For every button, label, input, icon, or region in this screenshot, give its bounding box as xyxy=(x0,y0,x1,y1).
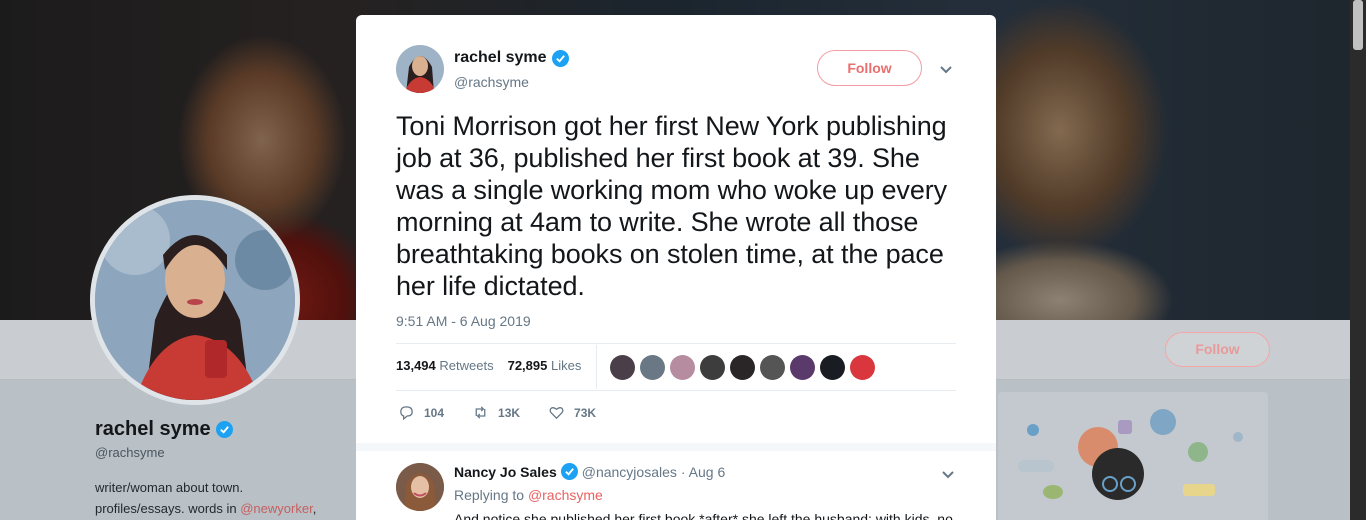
reply-text: And notice she published her first book … xyxy=(454,511,953,520)
tweet-stats: 13,494 Retweets 72,895 Likes xyxy=(396,358,581,373)
reply-count: 104 xyxy=(424,405,445,420)
follow-button[interactable]: Follow xyxy=(817,50,922,86)
likes-stat[interactable]: 72,895 Likes xyxy=(508,358,582,373)
reply-author-avatar[interactable] xyxy=(396,463,444,511)
tweet-modal: rachel syme @rachsyme Follow Toni Morris… xyxy=(356,15,996,520)
liker-avatar[interactable] xyxy=(820,355,845,380)
likes-label[interactable]: Likes xyxy=(551,358,581,373)
liker-avatar[interactable] xyxy=(760,355,785,380)
profile-bio: writer/woman about town. profiles/essays… xyxy=(95,477,335,519)
liker-avatar[interactable] xyxy=(850,355,875,380)
bio-line: profiles/essays. words in @newyorker, xyxy=(95,498,335,519)
tweet-author-name[interactable]: rachel syme xyxy=(454,49,569,67)
liker-avatar[interactable] xyxy=(700,355,725,380)
profile-avatar[interactable] xyxy=(90,195,300,405)
reply-author-handle[interactable]: @nancyjosales xyxy=(582,464,677,480)
reply-header: Nancy Jo Sales @nancyjosales · Aug 6 xyxy=(454,463,725,480)
divider xyxy=(396,343,956,344)
replying-to-link[interactable]: @rachsyme xyxy=(528,487,603,503)
tweet-author-avatar[interactable] xyxy=(396,45,444,93)
reply-icon xyxy=(400,406,413,421)
retweets-label[interactable]: Retweets xyxy=(439,358,493,373)
tweet-text: Toni Morrison got her first New York pub… xyxy=(396,111,948,301)
retweet-count: 13K xyxy=(498,405,521,420)
bio-link[interactable]: @newyorker xyxy=(240,501,312,516)
replying-to: Replying to @rachsyme xyxy=(454,487,603,503)
profile-handle: @rachsyme xyxy=(95,445,165,460)
likers-avatars xyxy=(610,355,875,380)
liker-avatar[interactable] xyxy=(790,355,815,380)
illustration xyxy=(1018,409,1243,500)
bio-text: , xyxy=(312,501,317,516)
likes-count[interactable]: 72,895 xyxy=(508,358,548,373)
chevron-down-icon[interactable] xyxy=(938,63,954,75)
divider xyxy=(396,390,956,391)
verified-icon xyxy=(215,421,233,438)
retweet-icon xyxy=(475,406,486,419)
profile-follow-button[interactable]: Follow xyxy=(1165,332,1270,367)
tweet-timestamp[interactable]: 9:51 AM - 6 Aug 2019 xyxy=(396,313,531,329)
retweets-count[interactable]: 13,494 xyxy=(396,358,436,373)
liker-avatar[interactable] xyxy=(670,355,695,380)
replying-prefix: Replying to xyxy=(454,487,528,503)
like-button[interactable]: 73K xyxy=(548,404,596,421)
reply-button[interactable]: 104 xyxy=(398,404,444,421)
verified-icon xyxy=(560,463,578,480)
heart-icon xyxy=(549,407,564,420)
reply-date[interactable]: · Aug 6 xyxy=(681,464,725,480)
verified-icon xyxy=(551,49,569,67)
reply-thread xyxy=(356,443,996,520)
profile-name-text: rachel syme xyxy=(95,418,211,440)
reply-author-name[interactable]: Nancy Jo Sales xyxy=(454,464,557,480)
sidebar-card xyxy=(998,392,1268,520)
tweet-author-handle[interactable]: @rachsyme xyxy=(454,74,529,90)
liker-avatar[interactable] xyxy=(730,355,755,380)
stats-separator xyxy=(596,345,597,389)
profile-name: rachel syme xyxy=(95,418,233,441)
page-scrollbar[interactable] xyxy=(1350,0,1366,520)
retweet-button[interactable]: 13K xyxy=(472,404,520,421)
like-count: 73K xyxy=(574,405,597,420)
retweets-stat[interactable]: 13,494 Retweets xyxy=(396,358,494,373)
scrollbar-thumb[interactable] xyxy=(1353,0,1363,50)
tweet-actions: 104 13K 73K xyxy=(398,404,624,421)
author-name-text[interactable]: rachel syme xyxy=(454,49,547,67)
bio-text: profiles/essays. words in xyxy=(95,501,241,516)
bio-line: writer/woman about town. xyxy=(95,480,244,495)
chevron-down-icon[interactable] xyxy=(940,468,956,480)
liker-avatar[interactable] xyxy=(610,355,635,380)
liker-avatar[interactable] xyxy=(640,355,665,380)
